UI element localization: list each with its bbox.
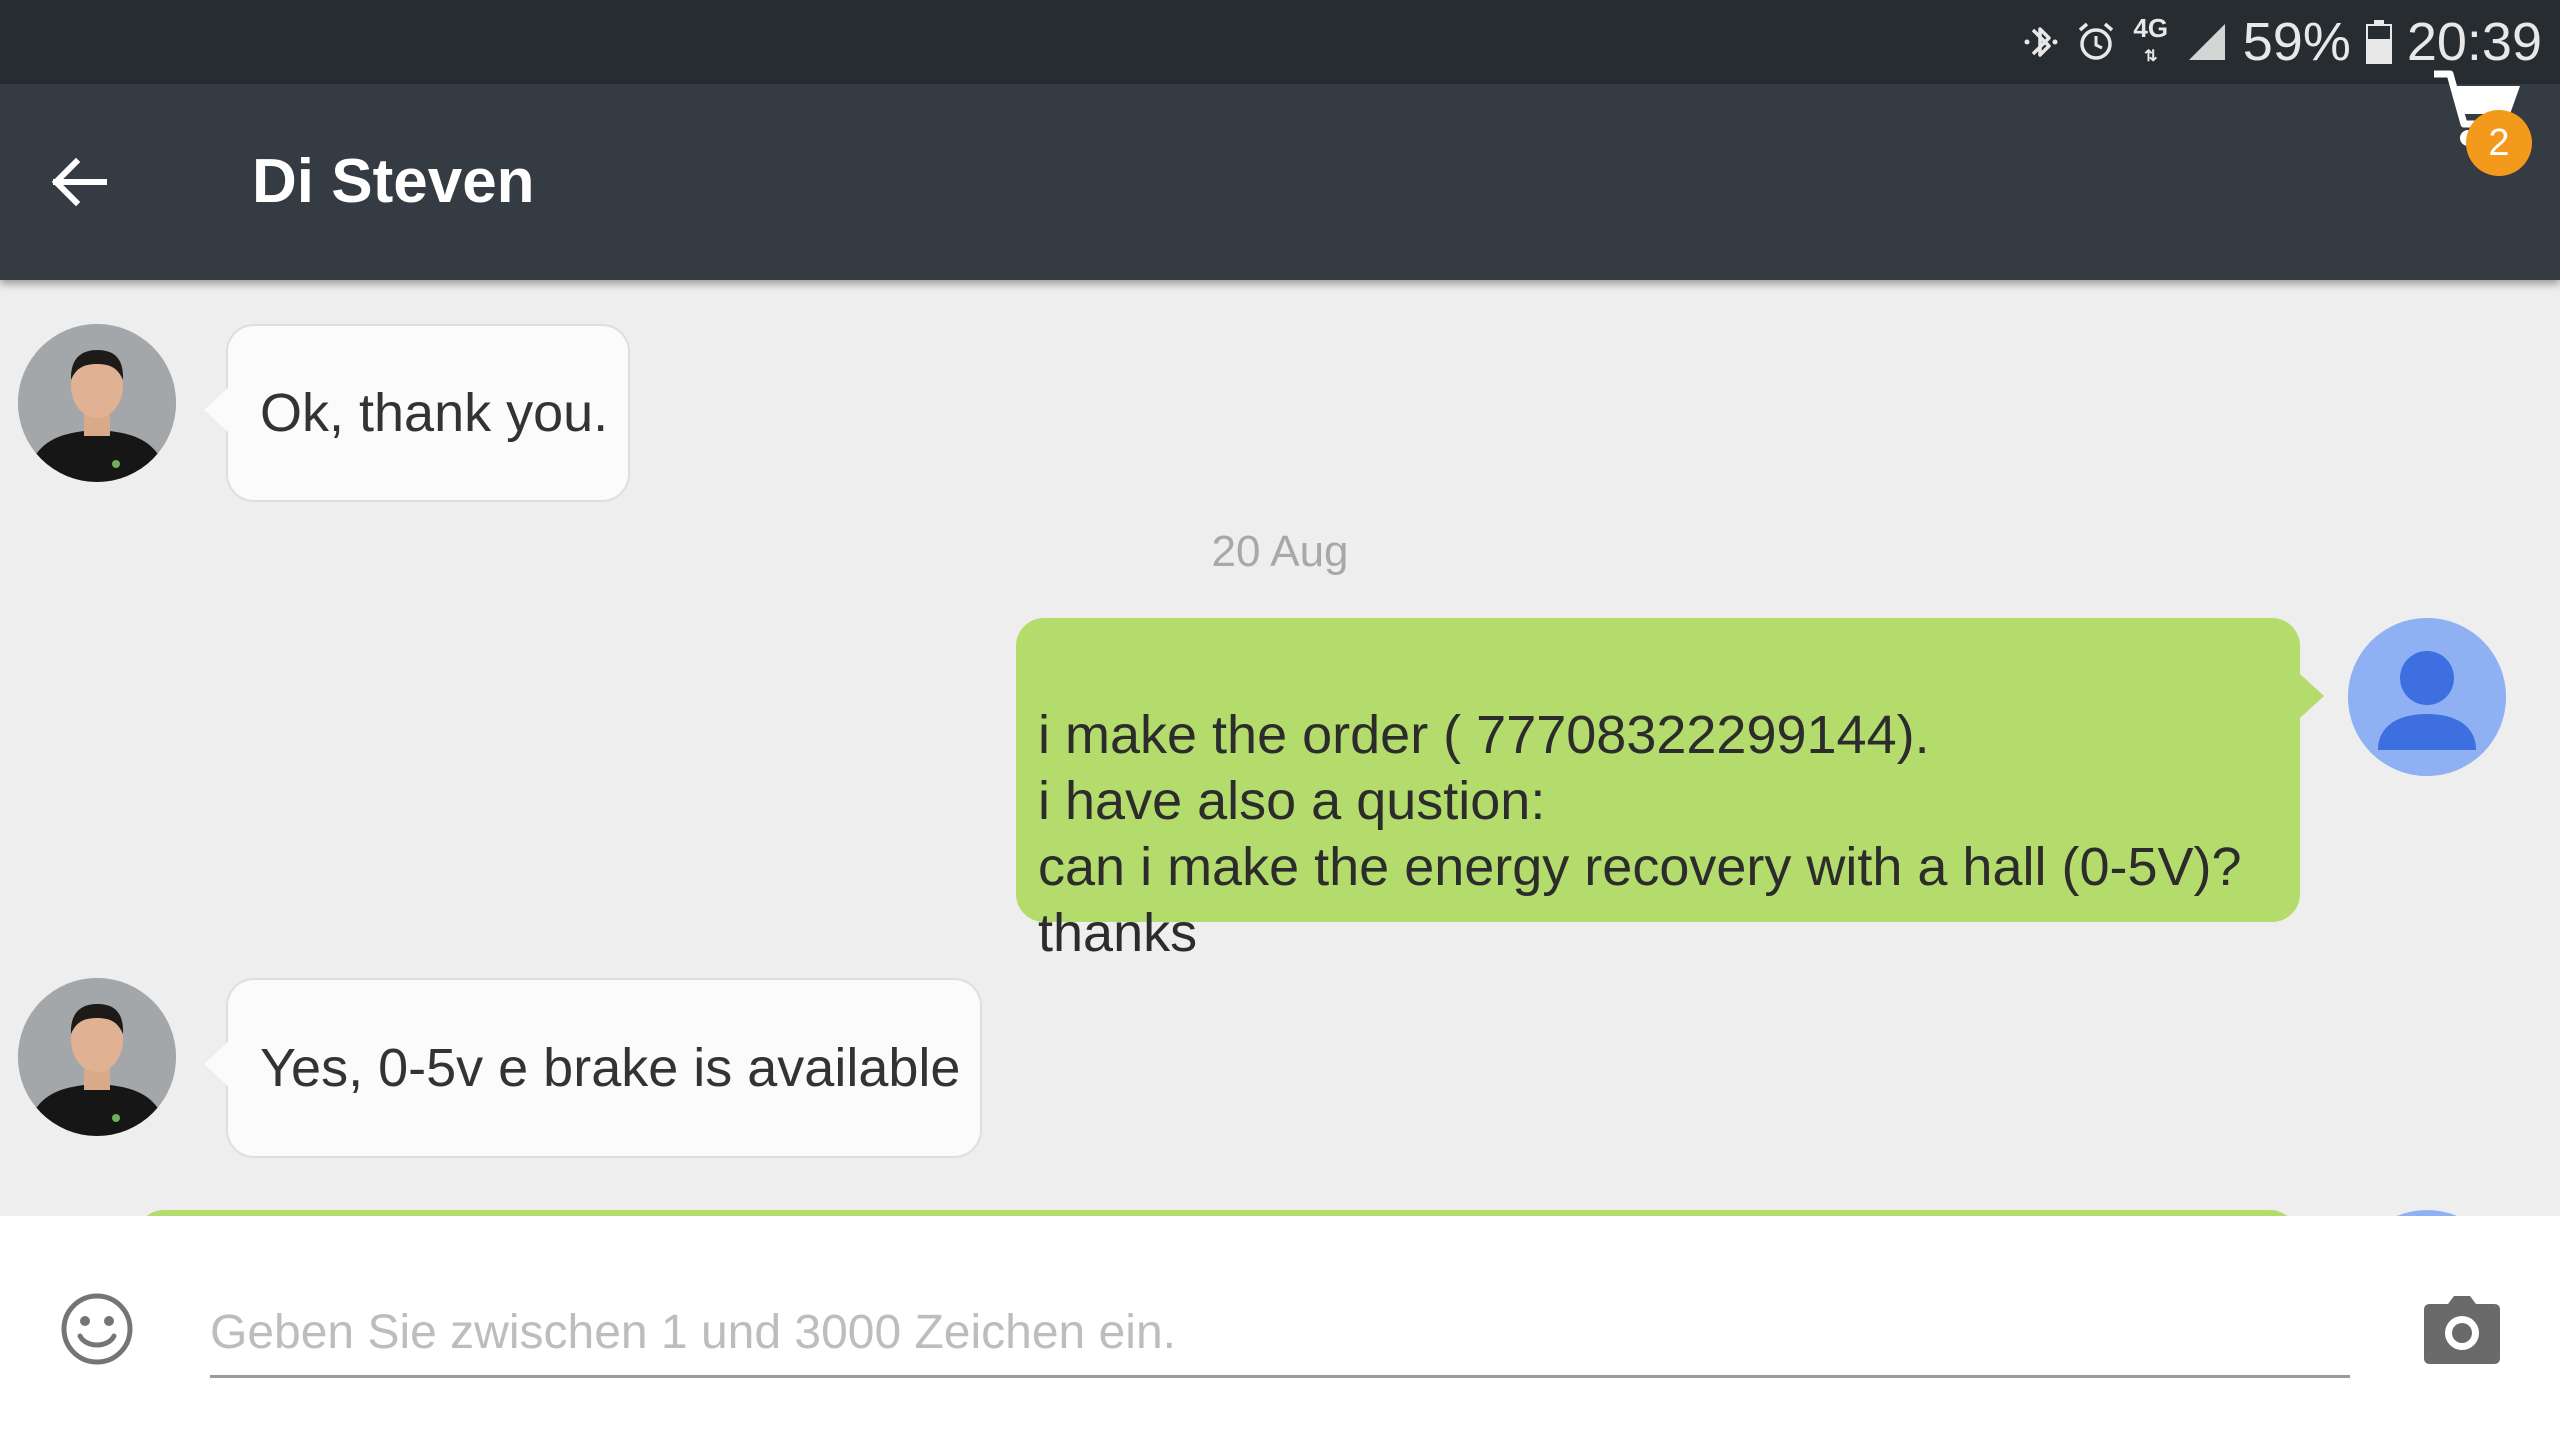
arrow-left-icon [51, 157, 107, 207]
message-text: Ok, thank you. [260, 383, 609, 443]
camera-button[interactable] [2422, 1294, 2502, 1366]
emoji-icon [61, 1293, 133, 1365]
battery-icon [2365, 19, 2393, 65]
network-4g-icon: 4G ⇅ [2133, 12, 2169, 65]
alarm-icon [2075, 20, 2117, 64]
message-bubble-outgoing[interactable]: i make the order ( 77708322299144). i ha… [1016, 618, 2324, 963]
message-bubble-incoming[interactable]: Ok, thank you. [203, 324, 631, 502]
person-photo [18, 324, 176, 482]
contact-avatar[interactable] [18, 978, 176, 1136]
date-separator: 20 Aug [1211, 527, 1349, 576]
message-input[interactable] [210, 1290, 2350, 1378]
person-photo [18, 978, 176, 1136]
message-text: Yes, 0-5v e brake is available [260, 1038, 961, 1098]
app-bar: Di Steven [0, 84, 2560, 280]
page-title: Di Steven [252, 147, 535, 216]
emoji-button[interactable] [58, 1290, 136, 1368]
cart-badge: 2 [2466, 110, 2532, 176]
network-label: 4G [2133, 12, 2169, 43]
contact-avatar[interactable] [18, 324, 176, 482]
camera-icon [2424, 1296, 2500, 1364]
status-bar: 4G ⇅ 59% 20:39 [0, 0, 2560, 84]
person-icon [2348, 618, 2506, 776]
bluetooth-icon [2021, 20, 2061, 64]
signal-icon [2185, 20, 2229, 64]
battery-percent: 59% [2242, 12, 2351, 72]
back-button[interactable] [40, 142, 120, 222]
message-text: i make the order ( 77708322299144). i ha… [1038, 705, 2242, 963]
user-avatar[interactable] [2348, 618, 2506, 776]
message-bubble-incoming[interactable]: Yes, 0-5v e brake is available [203, 978, 983, 1158]
message-list[interactable]: Ok, thank you. 20 Aug i make the order (… [0, 280, 2560, 1216]
